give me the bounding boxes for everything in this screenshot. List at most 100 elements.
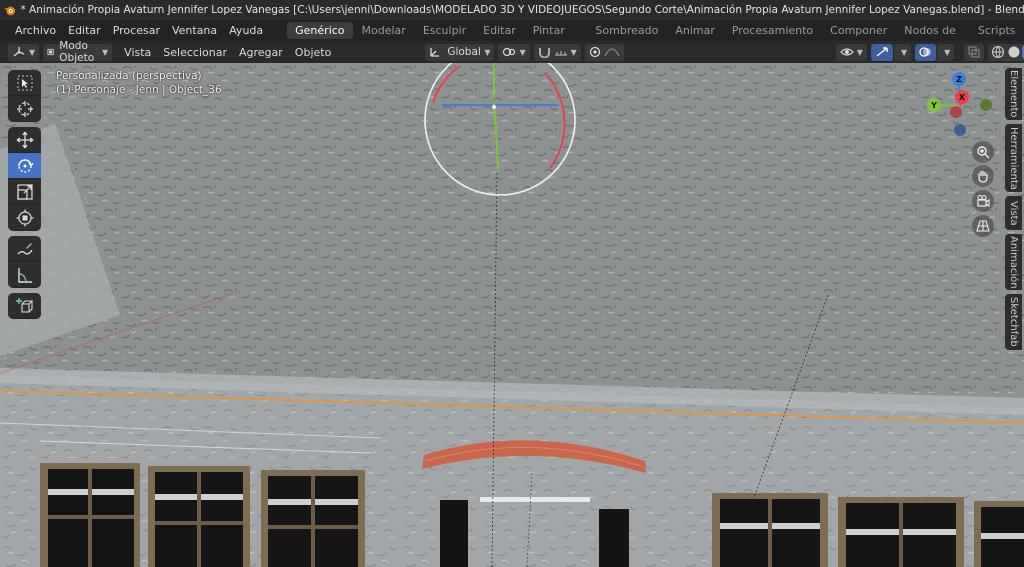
menu-seleccionar[interactable]: Seleccionar bbox=[157, 46, 233, 59]
overlays-toggle-button[interactable] bbox=[915, 43, 937, 61]
snap-increment-icon bbox=[554, 51, 567, 56]
camera-icon bbox=[977, 194, 990, 208]
cursor-icon bbox=[16, 100, 33, 117]
transform-orientation-icon bbox=[430, 48, 440, 57]
chevron-down-icon: ▼ bbox=[900, 47, 908, 57]
proportional-edit-button[interactable] bbox=[584, 43, 624, 61]
scale-icon bbox=[16, 183, 33, 200]
tab-pintar-texturas[interactable]: Pintar texturas bbox=[525, 22, 587, 54]
orientation-label: Global bbox=[447, 46, 481, 58]
mode-select[interactable]: Modo Objeto ▼ bbox=[43, 40, 113, 64]
pivot-icon bbox=[503, 47, 516, 57]
tab-sombreado[interactable]: Sombreado bbox=[587, 22, 666, 39]
orientation-select[interactable]: Global ▼ bbox=[425, 43, 495, 61]
gizmo-dropdown[interactable]: ▼ bbox=[893, 43, 912, 61]
workspace-tabs: Genérico Modelar Esculpir Editar UV Pint… bbox=[287, 20, 1024, 54]
transform-icon bbox=[16, 209, 33, 226]
eye-icon bbox=[839, 48, 854, 56]
pan-button[interactable] bbox=[972, 165, 994, 187]
annotate-icon bbox=[17, 242, 33, 255]
window-1 bbox=[40, 463, 140, 567]
gizmo-y-label: Y bbox=[930, 101, 937, 110]
cursor-tool[interactable] bbox=[8, 96, 41, 122]
upper-wall bbox=[0, 63, 1024, 393]
move-tool[interactable] bbox=[8, 127, 41, 153]
pivot-point-button[interactable]: ▼ bbox=[498, 43, 530, 61]
chevron-down-icon: ▼ bbox=[856, 47, 863, 57]
visibility-button[interactable]: ▼ bbox=[835, 43, 867, 61]
tab-vista[interactable]: Vista bbox=[1005, 196, 1022, 230]
menu-procesar[interactable]: Procesar bbox=[107, 20, 166, 41]
blender-icon bbox=[3, 6, 15, 16]
tab-elemento[interactable]: Elemento bbox=[1005, 68, 1022, 120]
menu-archivo[interactable]: Archivo bbox=[9, 20, 62, 41]
gizmo-x-label: X bbox=[959, 93, 966, 102]
window-6 bbox=[974, 501, 1024, 567]
tab-scripts[interactable]: Scripts bbox=[970, 22, 1024, 39]
zoom-button[interactable] bbox=[972, 141, 994, 163]
chevron-down-icon: ▼ bbox=[944, 47, 951, 57]
tab-sketchfab[interactable]: Sketchfab bbox=[1005, 294, 1022, 350]
overlays-icon bbox=[919, 47, 932, 57]
mode-label: Modo Objeto bbox=[59, 40, 95, 64]
select-box-tool[interactable] bbox=[8, 70, 41, 96]
hand-icon bbox=[978, 171, 988, 183]
tab-nodos-geometria[interactable]: Nodos de geometría bbox=[896, 22, 969, 54]
add-cube-icon bbox=[15, 297, 33, 313]
overlays-dropdown[interactable]: ▼ bbox=[937, 43, 955, 61]
transform-tool[interactable] bbox=[8, 205, 41, 231]
menu-editar[interactable]: Editar bbox=[62, 20, 107, 41]
menu-agregar[interactable]: Agregar bbox=[233, 46, 289, 59]
shading-modes: ▼ bbox=[988, 43, 1024, 61]
grid-icon bbox=[976, 220, 990, 232]
select-box-icon bbox=[17, 75, 32, 90]
scene-render bbox=[0, 63, 1024, 567]
window-5 bbox=[838, 497, 964, 567]
editor-type-button[interactable]: ▼ bbox=[8, 43, 40, 61]
tab-generico[interactable]: Genérico bbox=[287, 22, 353, 39]
chevron-down-icon: ▼ bbox=[519, 47, 526, 57]
navigation-gizmo[interactable]: Z Y X bbox=[920, 66, 1000, 146]
tab-animacion-label: Animación bbox=[1008, 235, 1019, 289]
measure-tool[interactable] bbox=[8, 262, 41, 288]
perspective-toggle-button[interactable] bbox=[972, 215, 994, 237]
menu-ventana[interactable]: Ventana bbox=[166, 20, 223, 41]
xray-toggle-button[interactable] bbox=[964, 43, 985, 61]
menu-ayuda[interactable]: Ayuda bbox=[223, 20, 269, 41]
tab-herramienta-label: Herramienta bbox=[1008, 126, 1019, 190]
zoom-icon bbox=[977, 146, 990, 159]
camera-view-button[interactable] bbox=[972, 190, 994, 212]
tab-elemento-label: Elemento bbox=[1008, 70, 1019, 118]
gizmo-toggle-button[interactable] bbox=[870, 43, 893, 61]
gizmo-z-label: Z bbox=[956, 75, 962, 84]
magnet-icon bbox=[538, 48, 550, 58]
title-bar: * Animación Propia Avaturn Jennifer Lope… bbox=[0, 0, 1024, 20]
tab-herramienta[interactable]: Herramienta bbox=[1005, 124, 1022, 192]
tab-animar[interactable]: Animar bbox=[667, 22, 723, 39]
tab-editar-uv[interactable]: Editar UV bbox=[475, 22, 524, 54]
tab-procesamiento[interactable]: Procesamiento bbox=[724, 22, 821, 39]
menu-objeto[interactable]: Objeto bbox=[289, 46, 338, 59]
menu-vista[interactable]: Vista bbox=[118, 46, 157, 59]
tab-componer[interactable]: Componer bbox=[822, 22, 895, 39]
solid-shading-icon[interactable] bbox=[1006, 45, 1022, 59]
object-mode-icon bbox=[47, 48, 54, 56]
tab-vista-label: Vista bbox=[1008, 200, 1019, 226]
rotate-tool[interactable] bbox=[8, 153, 41, 179]
proportional-edit-icon bbox=[589, 46, 600, 58]
window-4 bbox=[712, 493, 828, 567]
snap-button[interactable]: ▼ bbox=[533, 43, 581, 61]
scale-tool[interactable] bbox=[8, 179, 41, 205]
tab-animacion[interactable]: Animación bbox=[1005, 234, 1022, 290]
window-3 bbox=[261, 470, 365, 567]
add-cube-tool[interactable] bbox=[8, 293, 41, 319]
wireframe-shading-icon[interactable] bbox=[990, 45, 1006, 59]
chevron-down-icon: ▼ bbox=[484, 47, 491, 57]
chevron-down-icon: ▼ bbox=[570, 47, 577, 57]
chevron-down-icon: ▼ bbox=[102, 47, 109, 57]
tab-modelar[interactable]: Modelar bbox=[354, 22, 414, 39]
3d-viewport[interactable]: Personalizada (perspectiva) (1) Personaj… bbox=[0, 63, 1024, 567]
annotate-tool[interactable] bbox=[8, 236, 41, 262]
door-right bbox=[599, 509, 629, 567]
tab-esculpir[interactable]: Esculpir bbox=[415, 22, 474, 39]
